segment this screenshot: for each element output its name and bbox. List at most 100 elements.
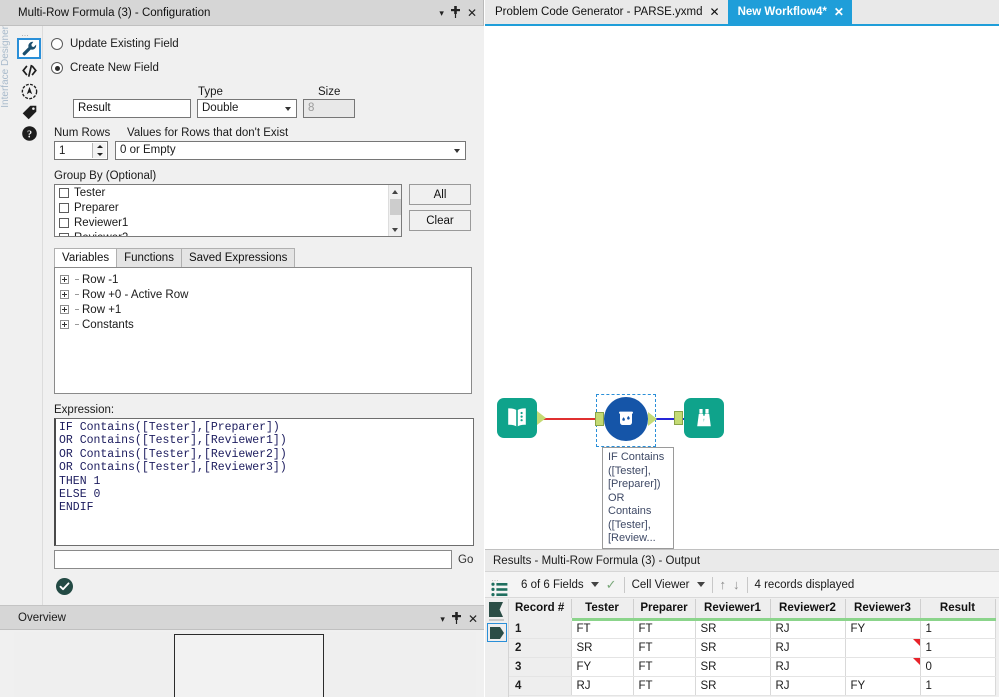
workflow-canvas-surface[interactable]: IF Contains ([Tester], [Preparer]) OR Co… <box>489 32 999 549</box>
table-row[interactable]: 4 RJ FT SR RJ FY 1 <box>509 676 996 696</box>
record-flag-icon[interactable] <box>488 601 506 621</box>
cell-preparer[interactable]: FT <box>633 676 696 696</box>
input-data-tool-box[interactable] <box>497 398 537 438</box>
go-button[interactable]: Go <box>458 554 473 566</box>
column-header-result[interactable]: Result <box>920 599 996 621</box>
values-for-missing-rows-select[interactable]: 0 or Empty <box>115 141 466 160</box>
cell-result[interactable]: 1 <box>920 619 996 639</box>
tool-annotation[interactable]: IF Contains ([Tester], [Preparer]) OR Co… <box>602 447 674 549</box>
checkbox[interactable] <box>59 217 69 228</box>
expand-icon[interactable] <box>60 320 69 329</box>
stepper-down-icon[interactable] <box>93 151 106 159</box>
clear-selection-button[interactable]: Clear <box>409 210 471 231</box>
cell-reviewer1[interactable]: SR <box>695 638 771 658</box>
cell-reviewer2[interactable]: RJ <box>770 657 846 677</box>
cell-reviewer2[interactable]: RJ <box>770 619 846 639</box>
tree-node[interactable]: Row +1 <box>60 302 471 317</box>
overview-thumbnail[interactable] <box>14 632 476 697</box>
output-anchor[interactable] <box>537 411 546 425</box>
field-type-select[interactable]: Double <box>197 99 297 118</box>
cell-reviewer3-null[interactable] <box>845 638 921 658</box>
column-header-reviewer3[interactable]: Reviewer3 <box>845 599 921 621</box>
input-anchor[interactable] <box>674 411 683 425</box>
expand-icon[interactable] <box>60 290 69 299</box>
variables-tree[interactable]: Row -1 Row +0 - Active Row Row +1 Consta… <box>54 267 472 394</box>
cell-preparer[interactable]: FT <box>633 657 696 677</box>
cell-reviewer3-null[interactable] <box>845 657 921 677</box>
results-list-icon[interactable] <box>491 582 509 600</box>
rail-grip-icon[interactable]: … <box>21 29 30 38</box>
browse-tool[interactable] <box>674 398 724 438</box>
expression-search-input[interactable] <box>54 550 452 569</box>
cell-preparer[interactable]: FT <box>633 619 696 639</box>
cell-reviewer3[interactable]: FY <box>845 676 921 696</box>
expand-icon[interactable] <box>60 305 69 314</box>
cell-tester[interactable]: FY <box>571 657 634 677</box>
workflow-canvas[interactable]: IF Contains ([Tester], [Preparer]) OR Co… <box>485 28 999 549</box>
view-selector-label[interactable]: Cell Viewer <box>632 579 690 591</box>
table-row[interactable]: 3 FY FT SR RJ 0 <box>509 657 996 677</box>
chevron-down-icon[interactable] <box>590 582 599 587</box>
document-tab-new-workflow4[interactable]: New Workflow4* ✕ <box>727 0 852 24</box>
overview-viewport-rect[interactable] <box>174 634 324 697</box>
check-icon[interactable]: ✓ <box>606 577 617 593</box>
cell-reviewer1[interactable]: SR <box>695 676 771 696</box>
browse-tool-box[interactable] <box>684 398 724 438</box>
column-header-reviewer1[interactable]: Reviewer1 <box>695 599 771 621</box>
list-item[interactable]: Preparer <box>55 200 401 215</box>
multi-row-formula-tool[interactable] <box>595 397 657 441</box>
tab-saved-expressions[interactable]: Saved Expressions <box>180 248 296 267</box>
radio-create-new-field[interactable]: Create New Field <box>51 58 474 78</box>
group-by-field-list[interactable]: Tester Preparer Reviewer1 Reviewer2 <box>54 184 402 237</box>
input-anchor[interactable] <box>595 412 604 426</box>
checkbox[interactable] <box>59 232 69 236</box>
expand-icon[interactable] <box>60 275 69 284</box>
cell-reviewer3[interactable]: FY <box>845 619 921 639</box>
select-all-button[interactable]: All <box>409 184 471 205</box>
chevron-down-icon[interactable]: ▾ <box>439 8 444 18</box>
checkbox[interactable] <box>59 187 69 198</box>
cell-tester[interactable]: RJ <box>571 676 634 696</box>
compass-icon[interactable] <box>17 81 41 101</box>
num-rows-stepper[interactable]: 1 <box>54 141 108 160</box>
list-item[interactable]: Reviewer2 <box>55 230 401 236</box>
sort-ascending-icon[interactable]: ↑ <box>720 577 727 592</box>
pin-icon[interactable] <box>451 612 461 626</box>
column-header-record[interactable]: Record # <box>509 599 572 621</box>
tree-node[interactable]: Row +0 - Active Row <box>60 287 471 302</box>
cell-result[interactable]: 1 <box>920 638 996 658</box>
list-item[interactable]: Tester <box>55 185 401 200</box>
close-icon[interactable]: ✕ <box>710 6 720 18</box>
cell-reviewer2[interactable]: RJ <box>770 638 846 658</box>
help-icon[interactable]: ? <box>17 123 41 143</box>
tree-node[interactable]: Row -1 <box>60 272 471 287</box>
selected-record-flag-icon[interactable] <box>487 623 507 642</box>
cell-tester[interactable]: FT <box>571 619 634 639</box>
scroll-down-icon[interactable] <box>389 223 401 236</box>
code-icon[interactable] <box>17 60 41 80</box>
chevron-down-icon[interactable] <box>696 582 705 587</box>
interface-designer-edge-label[interactable]: Interface Designer <box>0 26 16 240</box>
cell-reviewer1[interactable]: SR <box>695 619 771 639</box>
checkbox[interactable] <box>59 202 69 213</box>
wrench-icon[interactable] <box>17 38 41 59</box>
document-tab-problem-code-generator[interactable]: Problem Code Generator - PARSE.yxmd ✕ <box>485 0 728 24</box>
stepper-buttons[interactable] <box>92 143 106 158</box>
field-name-input[interactable]: Result <box>73 99 191 118</box>
output-anchor[interactable] <box>648 412 657 426</box>
cell-reviewer1[interactable]: SR <box>695 657 771 677</box>
column-header-reviewer2[interactable]: Reviewer2 <box>770 599 846 621</box>
group-by-scrollbar[interactable] <box>388 185 401 236</box>
pin-icon[interactable] <box>450 6 460 20</box>
multi-row-formula-tool-box[interactable] <box>604 397 648 441</box>
scroll-up-icon[interactable] <box>389 185 401 198</box>
close-icon[interactable]: ✕ <box>468 613 478 625</box>
column-header-preparer[interactable]: Preparer <box>633 599 696 621</box>
cell-result[interactable]: 0 <box>920 657 996 677</box>
input-data-tool[interactable] <box>497 398 546 438</box>
list-item[interactable]: Reviewer1 <box>55 215 401 230</box>
cell-tester[interactable]: SR <box>571 638 634 658</box>
tag-icon[interactable] <box>17 102 41 122</box>
tree-node[interactable]: Constants <box>60 317 471 332</box>
fields-selector-label[interactable]: 6 of 6 Fields <box>521 579 584 591</box>
